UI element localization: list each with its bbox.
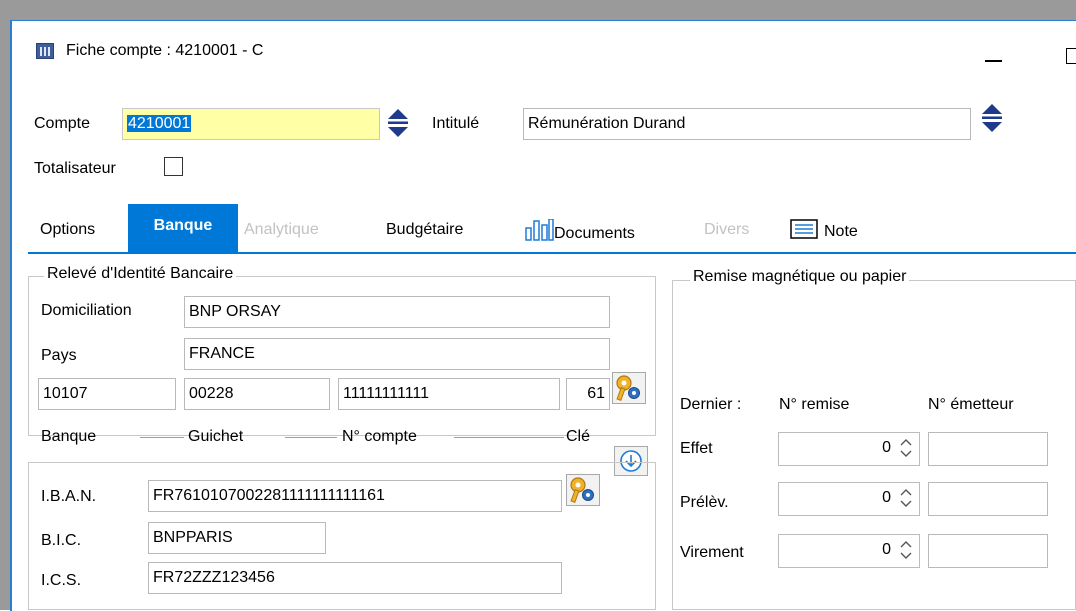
key-gear-icon bbox=[570, 477, 594, 503]
tab-budgetaire[interactable]: Budgétaire bbox=[386, 221, 463, 239]
dernier-label: Dernier : bbox=[680, 396, 742, 413]
virement-label: Virement bbox=[680, 544, 744, 561]
virement-remise-value: 0 bbox=[882, 541, 891, 558]
virement-emetteur-input[interactable] bbox=[928, 534, 1048, 568]
tab-note-label: Note bbox=[824, 223, 858, 240]
compte-label: Compte bbox=[34, 115, 91, 132]
prelev-label: Prélèv. bbox=[680, 494, 729, 511]
rib-group-title: Relevé d'Identité Bancaire bbox=[44, 265, 237, 283]
separator-line bbox=[285, 437, 337, 438]
separator-line bbox=[454, 437, 564, 438]
spin-updown-icon[interactable] bbox=[899, 539, 913, 566]
ics-input[interactable]: FR72ZZZ123456 bbox=[148, 562, 562, 594]
bic-input[interactable]: BNPPARIS bbox=[148, 522, 326, 554]
background-strip-left bbox=[0, 0, 10, 610]
tab-documents[interactable]: Documents bbox=[524, 218, 635, 243]
separator-line bbox=[140, 437, 184, 438]
spin-updown-icon[interactable] bbox=[899, 487, 913, 514]
cle-rib-input[interactable]: 61 bbox=[566, 378, 610, 410]
tab-banque[interactable]: Banque bbox=[128, 204, 238, 252]
background-strip-top bbox=[0, 0, 1076, 20]
window-title: Fiche compte : 4210001 - C bbox=[66, 42, 264, 59]
prelev-emetteur-input[interactable] bbox=[928, 482, 1048, 516]
domiciliation-input[interactable]: BNP ORSAY bbox=[184, 296, 610, 328]
tab-strip-underline bbox=[28, 252, 1076, 254]
ledger-app-icon bbox=[36, 43, 54, 59]
nremise-label: N° remise bbox=[779, 396, 850, 413]
totalisateur-label: Totalisateur bbox=[34, 160, 116, 177]
maximize-button[interactable] bbox=[1066, 48, 1076, 64]
ncompte-label: N° compte bbox=[342, 428, 417, 445]
tab-divers: Divers bbox=[704, 221, 750, 238]
compte-navigate-updown-icon[interactable] bbox=[387, 108, 409, 138]
pays-input[interactable]: FRANCE bbox=[184, 338, 610, 370]
nemetteur-label: N° émetteur bbox=[928, 396, 1014, 413]
bic-label: B.I.C. bbox=[41, 532, 82, 549]
iban-input[interactable]: FR7610107002281111111111161 bbox=[148, 480, 562, 512]
compte-value: 4210001 bbox=[127, 115, 192, 132]
tab-analytique: Analytique bbox=[244, 221, 319, 238]
cle-label: Clé bbox=[566, 428, 591, 445]
effet-emetteur-input[interactable] bbox=[928, 432, 1048, 466]
tab-documents-label: Documents bbox=[554, 225, 635, 242]
prelev-remise-value: 0 bbox=[882, 489, 891, 506]
ics-label: I.C.S. bbox=[41, 572, 82, 589]
effet-remise-spinbox[interactable]: 0 bbox=[778, 432, 920, 466]
iban-label: I.B.A.N. bbox=[41, 488, 97, 505]
spin-updown-icon[interactable] bbox=[899, 437, 913, 464]
effet-remise-value: 0 bbox=[882, 439, 891, 456]
remise-group-title: Remise magnétique ou papier bbox=[690, 268, 910, 286]
intitule-input[interactable]: Rémunération Durand bbox=[523, 108, 971, 140]
banque-label: Banque bbox=[41, 428, 97, 445]
virement-remise-spinbox[interactable]: 0 bbox=[778, 534, 920, 568]
tab-options[interactable]: Options bbox=[40, 221, 95, 239]
banque-code-input[interactable]: 10107 bbox=[38, 378, 176, 410]
note-icon bbox=[790, 219, 824, 239]
intitule-navigate-updown-icon[interactable] bbox=[981, 103, 1003, 133]
compte-input[interactable]: 4210001 bbox=[122, 108, 380, 140]
guichet-label: Guichet bbox=[188, 428, 244, 445]
tab-note[interactable]: Note bbox=[790, 219, 858, 241]
key-gear-icon bbox=[616, 375, 640, 401]
effet-label: Effet bbox=[680, 440, 713, 457]
domiciliation-label: Domiciliation bbox=[41, 302, 132, 319]
bar-chart-icon bbox=[524, 218, 554, 241]
rib-key-gear-icon-button[interactable] bbox=[612, 372, 646, 404]
numero-compte-input[interactable]: 11111111111 bbox=[338, 378, 560, 410]
pays-label: Pays bbox=[41, 347, 77, 364]
intitule-label: Intitulé bbox=[432, 115, 480, 132]
totalisateur-checkbox[interactable] bbox=[164, 157, 183, 176]
guichet-code-input[interactable]: 00228 bbox=[184, 378, 330, 410]
iban-key-gear-icon-button[interactable] bbox=[566, 474, 600, 506]
prelev-remise-spinbox[interactable]: 0 bbox=[778, 482, 920, 516]
minimize-button[interactable] bbox=[985, 60, 1002, 62]
